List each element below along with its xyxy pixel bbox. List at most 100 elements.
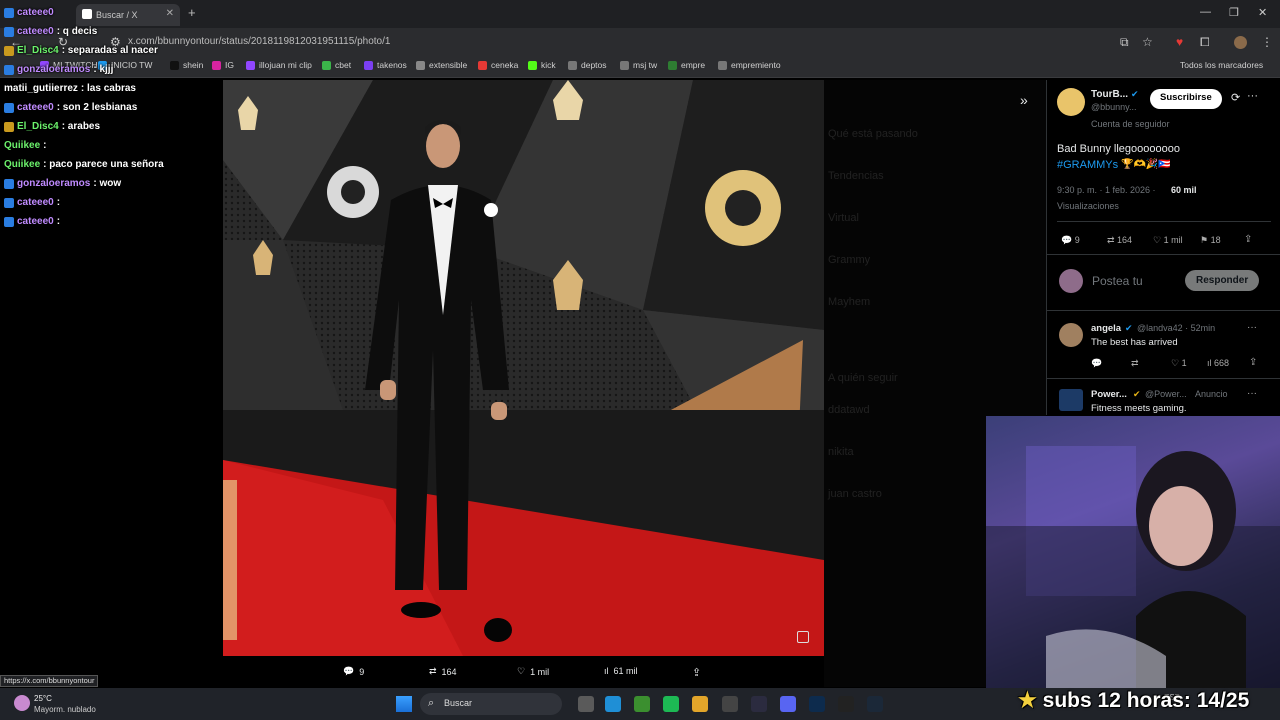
retweet-action[interactable]: ⇄ 164 (1107, 235, 1132, 246)
alt-text-icon[interactable] (797, 631, 809, 643)
chat-username[interactable]: Quiikee (4, 159, 40, 170)
search-icon: ⌕ (428, 697, 435, 709)
steam-icon[interactable] (867, 696, 883, 712)
ad-handle[interactable]: @Power... (1145, 389, 1187, 399)
windows-start-icon[interactable] (396, 696, 412, 712)
spotify-icon[interactable] (663, 696, 679, 712)
url-field[interactable]: x.com/bbunnyontour/status/20181198120319… (128, 36, 390, 47)
photo-share-icon[interactable]: ⇪ (692, 666, 701, 679)
author-handle[interactable]: @bbunny... (1091, 102, 1137, 112)
photo-retweet-action[interactable]: ⇄ 164 (429, 666, 457, 677)
capcut-icon[interactable] (838, 696, 854, 712)
tweet-time[interactable]: 9:30 p. m. · 1 feb. 2026 · (1057, 185, 1156, 195)
extension-icon[interactable]: ♥ (1176, 35, 1183, 49)
bookmark-7[interactable]: extensible (416, 60, 467, 70)
tab-active[interactable]: Buscar / X ✕ (76, 4, 180, 26)
photo-like-action[interactable]: ♡ 1 mil (517, 666, 549, 677)
chat-username[interactable]: cateee0 (17, 197, 54, 208)
new-tab-icon[interactable]: + (188, 5, 196, 20)
chat-username[interactable]: cateee0 (17, 26, 54, 37)
like-action[interactable]: ♡ 1 mil (1153, 235, 1183, 246)
chrome-icon[interactable] (692, 696, 708, 712)
ad-avatar[interactable] (1059, 389, 1083, 411)
reply-avatar[interactable] (1059, 323, 1083, 347)
reply-author-name[interactable]: angela (1091, 323, 1121, 334)
close-window-icon[interactable]: ✕ (1258, 6, 1267, 19)
author-avatar[interactable] (1057, 88, 1085, 116)
chat-username[interactable]: El_Disc4 (17, 45, 59, 56)
share-icon[interactable]: ⇪ (1249, 357, 1257, 368)
reply-comment-icon[interactable]: 💬 (1091, 358, 1102, 369)
chat-username[interactable]: gonzaloeramos (17, 64, 90, 75)
subs-goal-text: subs 12 horas: 14/25 (1042, 689, 1250, 712)
temperature[interactable]: 25°C (34, 694, 52, 703)
minimize-icon[interactable]: — (1200, 6, 1211, 18)
tweet-hashtag[interactable]: #GRAMMYs (1057, 159, 1118, 171)
profile-avatar[interactable] (1234, 36, 1247, 49)
bookmark-icon (364, 60, 373, 70)
tweet-emoji: 🏆🫶🎉🇵🇷 (1121, 159, 1171, 170)
reply-button[interactable]: Responder (1185, 270, 1260, 291)
reply-views[interactable]: ıl 668 (1207, 358, 1229, 368)
obs-icon[interactable] (722, 696, 738, 712)
chat-username[interactable]: gonzaloeramos (17, 178, 90, 189)
bookmark-8[interactable]: ceneka (478, 60, 518, 70)
taskbar-search[interactable]: ⌕ Buscar (420, 693, 562, 715)
edge-icon[interactable] (605, 696, 621, 712)
reply-retweet-icon[interactable]: ⇄ (1131, 358, 1139, 369)
expand-panel-icon[interactable]: » (1020, 92, 1028, 108)
more-icon[interactable]: ··· (1247, 90, 1258, 102)
bookmark-3[interactable]: IG (212, 60, 234, 70)
ad-name[interactable]: Power... (1091, 389, 1127, 400)
chat-username[interactable]: matii_gutiierrez (4, 83, 78, 94)
reply-handle[interactable]: @landva42 · 52min (1137, 323, 1215, 333)
photo-views-action[interactable]: ıl 61 mil (604, 666, 638, 676)
grok-icon[interactable]: ⟳ (1231, 91, 1240, 104)
tweet-views-label: Visualizaciones (1057, 201, 1119, 211)
reply-action[interactable]: 💬 9 (1061, 235, 1080, 246)
bookmark-11[interactable]: msj tw (620, 60, 657, 70)
subscribe-button[interactable]: Suscribirse (1150, 89, 1222, 109)
share-icon[interactable]: ⇪ (1244, 234, 1252, 245)
tweet-photo[interactable] (223, 80, 824, 656)
bookmark-4[interactable]: illojuan mi clip (246, 60, 312, 70)
more-icon[interactable]: ··· (1247, 388, 1257, 399)
bookmark-13[interactable]: empremiento (718, 60, 781, 70)
bookmark-icon (322, 60, 331, 70)
bookmark-12[interactable]: empre (668, 60, 705, 70)
menu-icon[interactable]: ⋮ (1261, 35, 1273, 49)
chat-username[interactable]: El_Disc4 (17, 121, 59, 132)
bookmark-icon (478, 60, 487, 70)
file-explorer-icon[interactable] (578, 696, 594, 712)
chat-username[interactable]: cateee0 (17, 216, 54, 227)
maximize-icon[interactable]: ❐ (1229, 6, 1239, 19)
chat-username[interactable]: cateee0 (17, 102, 54, 113)
weather-icon (14, 695, 30, 711)
bookmark-9[interactable]: kick (528, 60, 556, 70)
chat-text: : q decis (56, 26, 98, 37)
photoshop-icon[interactable] (809, 696, 825, 712)
retweet-icon: ⇄ (429, 666, 437, 676)
chat-badge-icon (4, 216, 14, 227)
author-name[interactable]: TourB... (1091, 89, 1128, 100)
chat-username[interactable]: cateee0 (17, 7, 54, 18)
bookmark-5[interactable]: cbet (322, 60, 351, 70)
cast-icon[interactable]: ⧉ (1120, 35, 1129, 50)
extensions-icon[interactable]: ⧠ (1200, 35, 1210, 50)
star-icon[interactable]: ☆ (1142, 35, 1153, 49)
photo-reply-action[interactable]: 💬 9 (343, 666, 364, 677)
reply-input[interactable]: Postea tu (1092, 274, 1143, 288)
bookmark-10[interactable]: deptos (568, 60, 607, 70)
reply-like[interactable]: ♡ 1 (1171, 358, 1187, 369)
app-icon[interactable] (751, 696, 767, 712)
bookmark-2[interactable]: shein (170, 60, 203, 70)
more-icon[interactable]: ··· (1247, 322, 1257, 333)
weather-text[interactable]: Mayorm. nublado (34, 705, 96, 714)
bookmark-action[interactable]: ⚑ 18 (1200, 235, 1221, 246)
discord-icon[interactable] (780, 696, 796, 712)
bookmark-6[interactable]: takenos (364, 60, 407, 70)
tab-close-icon[interactable]: ✕ (166, 8, 174, 19)
minecraft-icon[interactable] (634, 696, 650, 712)
all-bookmarks[interactable]: Todos los marcadores (1180, 60, 1263, 70)
chat-username[interactable]: Quiikee (4, 140, 40, 151)
